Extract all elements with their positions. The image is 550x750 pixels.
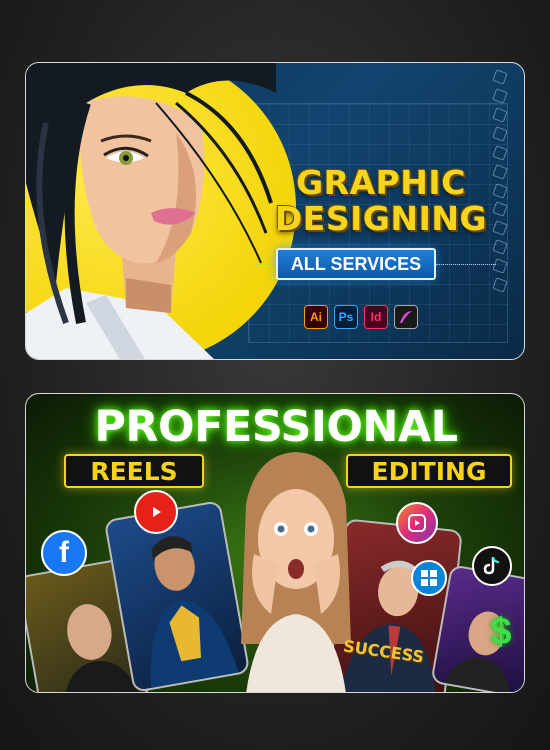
photoshop-icon: Ps (334, 305, 358, 329)
dotted-line-right (436, 264, 496, 265)
reels-editing-card[interactable]: PROFESSIONAL REELS EDITING SUCCESS f $ (25, 393, 525, 693)
dollar-icon: $ (490, 610, 512, 653)
windows-icon (411, 560, 447, 596)
title-graphic: GRAPHIC (296, 163, 466, 202)
facebook-icon: f (41, 530, 87, 576)
procreate-icon (394, 305, 418, 329)
illustrator-icon: Ai (304, 305, 328, 329)
dotted-line-left (256, 264, 276, 265)
tiktok-icon (472, 546, 512, 586)
title-designing: DESIGNING (274, 199, 488, 238)
tag-reels: REELS (64, 454, 204, 488)
indesign-icon: Id (364, 305, 388, 329)
instagram-reels-icon (396, 502, 438, 544)
girl-illustration (26, 63, 276, 359)
tag-editing: EDITING (346, 454, 512, 488)
all-services-button[interactable]: ALL SERVICES (276, 248, 436, 280)
app-icons-row: Ai Ps Id (304, 305, 418, 329)
youtube-shorts-icon (134, 490, 178, 534)
graphic-designing-card[interactable]: GRAPHIC DESIGNING ALL SERVICES Ai Ps Id (25, 62, 525, 360)
